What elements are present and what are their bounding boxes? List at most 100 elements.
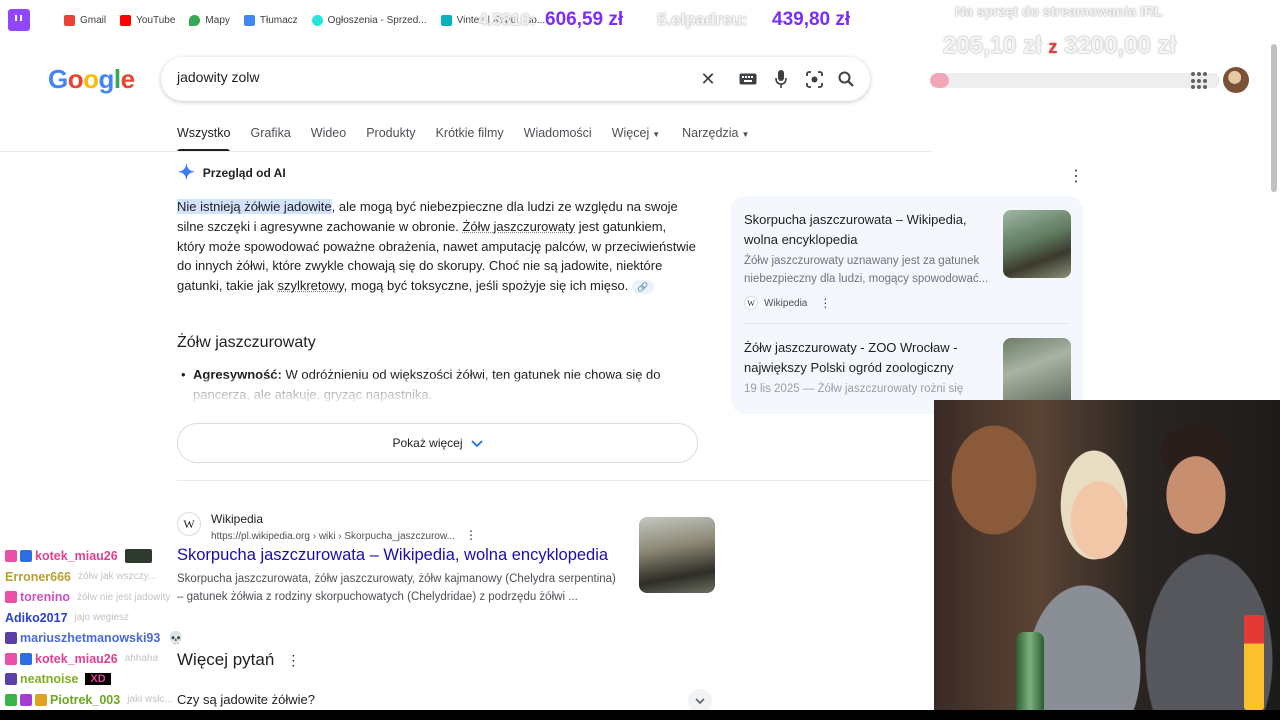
keyboard-icon[interactable] bbox=[738, 69, 758, 89]
search-box[interactable]: jadowity zolw ✕ bbox=[161, 57, 870, 101]
google-logo[interactable]: Google bbox=[48, 64, 135, 95]
goal-title: Na sprzęt do streamowania IRL bbox=[955, 3, 1163, 19]
bookmark-gmail[interactable]: Gmail bbox=[64, 14, 106, 26]
tab-more[interactable]: Więcej ▼ bbox=[612, 126, 660, 150]
tab-products[interactable]: Produkty bbox=[366, 126, 415, 150]
webcam-bottle bbox=[1016, 632, 1044, 710]
chat-message: kotek_miau26 bbox=[5, 546, 245, 567]
ai-fade-overlay bbox=[170, 378, 710, 404]
goal-amounts: 205,10 zł z 3200,00 zł bbox=[943, 32, 1176, 60]
search-icon[interactable] bbox=[836, 69, 856, 89]
ai-subheading: Żółw jaszczurowaty bbox=[177, 334, 316, 351]
chat-text: żółw jak wszczy... bbox=[78, 571, 157, 583]
source-thumbnail-turtle[interactable] bbox=[1003, 210, 1071, 278]
chat-text: ahhaha bbox=[124, 653, 159, 665]
chat-message: Erroner666 żółw jak wszczy... bbox=[5, 567, 245, 588]
camera-lens-icon[interactable] bbox=[804, 69, 824, 89]
chat-message: kotek_miau26 ahhaha bbox=[5, 649, 245, 670]
caret-down-icon: ▼ bbox=[652, 130, 661, 139]
chat-badge-icon bbox=[5, 591, 17, 604]
olx-icon bbox=[311, 14, 323, 26]
vinted-icon bbox=[440, 14, 452, 26]
goal-target: 3200,00 zł bbox=[1064, 32, 1177, 59]
bookmark-translate[interactable]: Tłumacz bbox=[243, 14, 298, 26]
maps-icon bbox=[189, 14, 201, 26]
ai-overview-header: ✦ Przegląd od AI bbox=[178, 162, 286, 184]
tab-images[interactable]: Grafika bbox=[250, 126, 290, 150]
goal-progress-bar bbox=[930, 73, 1220, 88]
chat-username[interactable]: kotek_miau26 bbox=[35, 652, 118, 666]
result-site-info[interactable]: W Wikipedia https://pl.wikipedia.org › w… bbox=[177, 512, 477, 542]
ai-link-szylkretowy[interactable]: szylkretowy bbox=[277, 278, 343, 293]
chat-badge-icon bbox=[5, 652, 17, 665]
bookmark-maps[interactable]: Mapy bbox=[189, 14, 230, 26]
chat-username[interactable]: torenino bbox=[20, 590, 70, 604]
show-more-button[interactable]: Pokaż więcej bbox=[177, 423, 698, 463]
more-options-icon[interactable]: ⋮ bbox=[286, 652, 300, 668]
tab-all[interactable]: Wszystko bbox=[177, 126, 231, 152]
tabs-divider bbox=[0, 151, 932, 152]
ai-link-zolw-jaszczurowaty[interactable]: Żółw jaszczurowaty bbox=[462, 219, 575, 234]
caret-down-icon: ▼ bbox=[741, 130, 750, 139]
chat-badge-icon bbox=[5, 632, 17, 645]
skull-emote-icon: 💀 bbox=[168, 630, 184, 645]
chat-badge-icon bbox=[5, 673, 17, 686]
result-thumbnail-turtle[interactable] bbox=[639, 517, 715, 593]
apps-grid-icon[interactable] bbox=[1191, 72, 1209, 90]
source-card-zoo[interactable]: Żółw jaszczurowaty - ZOO Wrocław - najwi… bbox=[744, 338, 1004, 398]
ai-overview-text: Nie istnieją żółwie jadowite, ale mogą b… bbox=[177, 199, 696, 294]
source-divider bbox=[744, 323, 1070, 324]
twitch-logo-icon bbox=[8, 9, 30, 31]
wikipedia-icon: W bbox=[744, 296, 758, 310]
chat-badge-icon bbox=[20, 550, 32, 563]
twitch-chat: kotek_miau26 Erroner666 żółw jak wszczy...… bbox=[5, 546, 245, 710]
section-divider bbox=[177, 480, 932, 481]
tab-video[interactable]: Wideo bbox=[311, 126, 346, 150]
top-donor-amount-1: 606,59 zł bbox=[545, 9, 624, 30]
microphone-icon[interactable] bbox=[771, 69, 791, 89]
tab-news[interactable]: Wiadomości bbox=[524, 126, 592, 150]
chat-username[interactable]: Erroner666 bbox=[5, 570, 71, 584]
tab-tools[interactable]: Narzędzia ▼ bbox=[682, 126, 749, 150]
source-thumbnail-zoo[interactable] bbox=[1003, 338, 1071, 408]
avatar[interactable] bbox=[1223, 67, 1249, 93]
tab-short-videos[interactable]: Krótkie filmy bbox=[436, 126, 504, 150]
ai-sources-panel: Skorpucha jaszczurowata – Wikipedia, wol… bbox=[731, 196, 1083, 414]
webcam-feed bbox=[934, 400, 1280, 710]
chat-username[interactable]: Piotrek_003 bbox=[50, 693, 120, 707]
chat-badge-icon bbox=[20, 652, 32, 665]
chevron-down-icon bbox=[470, 436, 483, 451]
chat-text: żółw nie jest jadowity bbox=[77, 591, 171, 603]
chat-username[interactable]: Adiko2017 bbox=[5, 611, 68, 625]
bookmark-youtube[interactable]: YouTube bbox=[120, 14, 175, 26]
wikipedia-icon: W bbox=[177, 512, 201, 536]
ai-more-options-icon[interactable]: ⋮ bbox=[1068, 166, 1084, 186]
bookmark-olx[interactable]: Ogłoszenia - Sprzed... bbox=[311, 14, 427, 26]
more-options-icon[interactable]: ⋮ bbox=[819, 296, 831, 310]
chat-badge-icon bbox=[20, 693, 32, 706]
goal-separator: z bbox=[1048, 37, 1058, 57]
chat-message: neatnoise XD bbox=[5, 669, 245, 690]
chat-message: torenino żółw nie jest jadowity bbox=[5, 587, 245, 608]
gmail-icon bbox=[64, 14, 75, 26]
link-icon[interactable]: 🔗 bbox=[631, 279, 654, 294]
ai-sparkle-icon: ✦ bbox=[178, 162, 195, 184]
chat-badge-icon bbox=[5, 693, 17, 706]
chat-text: jaki wsłc... bbox=[127, 694, 173, 706]
more-options-icon[interactable]: ⋮ bbox=[465, 528, 477, 542]
goal-current: 205,10 zł bbox=[943, 32, 1042, 59]
clear-icon[interactable]: ✕ bbox=[698, 69, 718, 89]
chat-username[interactable]: neatnoise bbox=[20, 672, 78, 686]
chat-message: Adiko2017 jajo wegiesz bbox=[5, 608, 245, 629]
chat-message: mariuszhetmanowski93 💀 bbox=[5, 628, 245, 649]
chat-username[interactable]: mariuszhetmanowski93 bbox=[20, 631, 160, 645]
youtube-icon bbox=[120, 14, 132, 26]
search-input[interactable]: jadowity zolw bbox=[177, 69, 259, 85]
goal-progress-fill bbox=[930, 73, 949, 88]
chat-username[interactable]: kotek_miau26 bbox=[35, 549, 118, 563]
scrollbar-thumb[interactable] bbox=[1271, 44, 1277, 192]
source-card-wikipedia[interactable]: Skorpucha jaszczurowata – Wikipedia, wol… bbox=[744, 210, 1004, 310]
chat-text: jajo wegiesz bbox=[74, 612, 130, 624]
chat-emote-icon bbox=[124, 549, 152, 564]
webcam-tube bbox=[1244, 615, 1264, 710]
